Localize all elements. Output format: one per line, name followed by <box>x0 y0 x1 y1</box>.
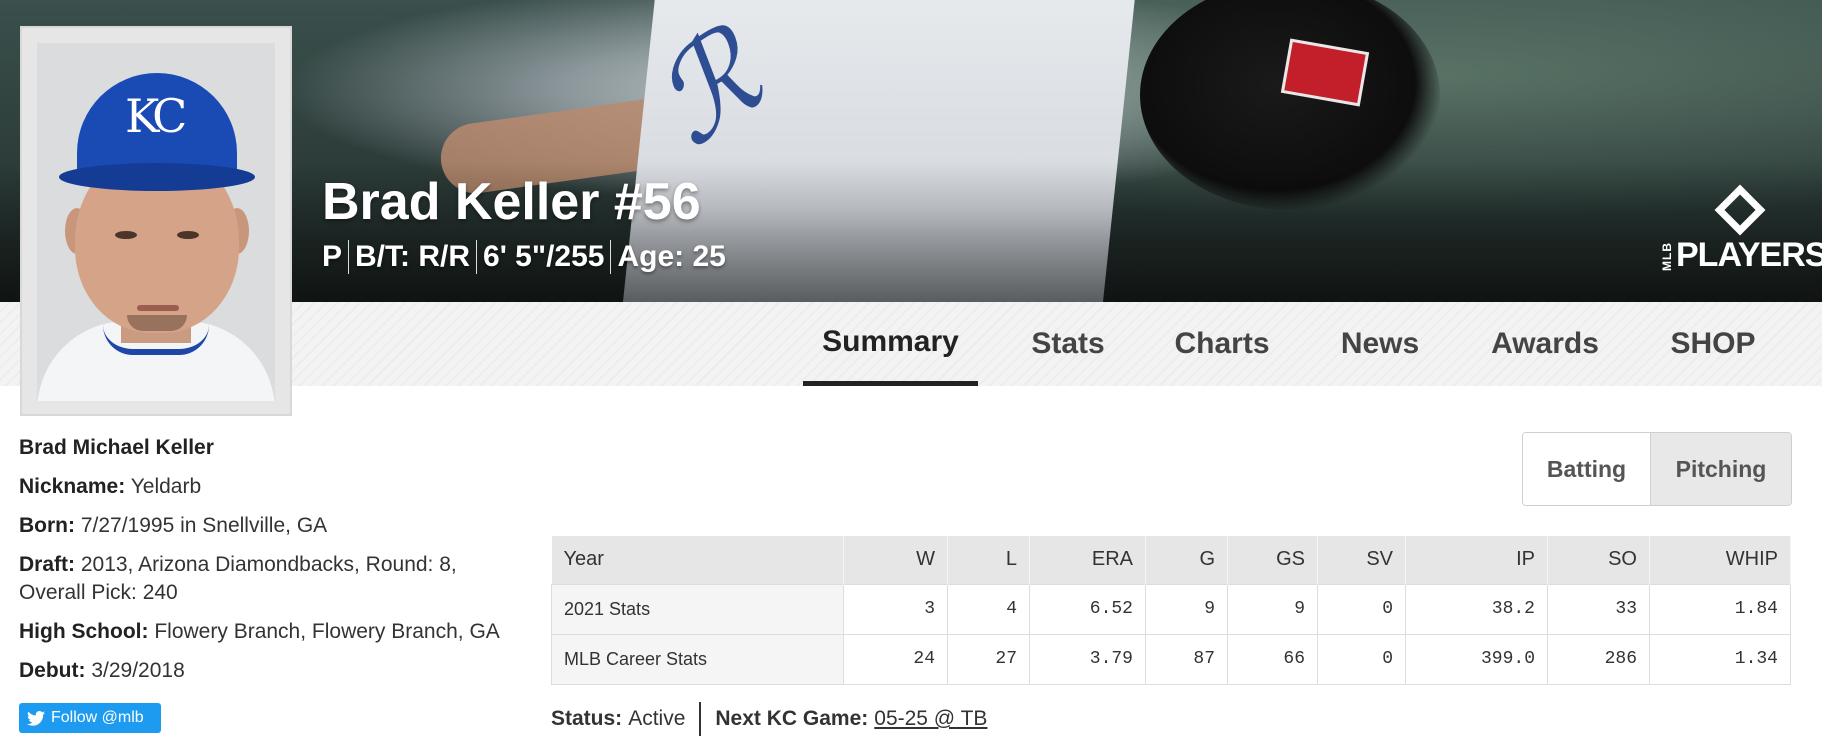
table-cell: 399.0 <box>1405 633 1548 685</box>
diamond-icon <box>1714 184 1766 236</box>
player-position: P <box>322 240 343 273</box>
table-cell: 9 <box>1145 583 1228 635</box>
status-line: Status: Active Next KC Game: 05-25 @ TB <box>551 702 987 736</box>
toggle-pitching[interactable]: Pitching <box>1651 433 1791 505</box>
batting-pitching-toggle: Batting Pitching <box>1522 432 1792 506</box>
toggle-batting[interactable]: Batting <box>1523 433 1651 505</box>
player-name-heading: Brad Keller #56 <box>322 173 701 231</box>
tab-charts[interactable]: Charts <box>1158 302 1286 386</box>
table-cell: 9 <box>1227 583 1318 635</box>
tab-summary[interactable]: Summary <box>803 302 978 386</box>
separator <box>699 702 702 736</box>
column-header[interactable]: W <box>843 536 948 584</box>
player-bio: Brad Michael Keller Nickname: Yeldarb Bo… <box>19 434 529 696</box>
column-header[interactable]: GS <box>1227 536 1318 584</box>
next-game-label: Next KC Game: <box>715 707 869 730</box>
tab-shop[interactable]: SHOP <box>1654 302 1772 386</box>
table-cell: 38.2 <box>1405 583 1548 635</box>
column-header[interactable]: G <box>1145 536 1228 584</box>
bio-nickname: Nickname: Yeldarb <box>19 475 202 498</box>
player-age: Age: 25 <box>617 240 726 273</box>
twitter-follow-button[interactable]: Follow @mlb <box>19 703 161 733</box>
table-cell: 4 <box>947 583 1030 635</box>
table-cell: 3 <box>843 583 948 635</box>
status-label: Status: <box>551 707 623 730</box>
player-full-name: Brad Michael Keller <box>19 436 214 459</box>
table-cell: MLB Career Stats <box>551 633 844 685</box>
tab-news[interactable]: News <box>1320 302 1440 386</box>
separator <box>610 240 612 274</box>
table-cell: 6.52 <box>1029 583 1146 635</box>
table-cell: 27 <box>947 633 1030 685</box>
player-bats-throws: B/T: R/R <box>355 240 471 273</box>
column-header[interactable]: L <box>947 536 1030 584</box>
next-game-link[interactable]: 05-25 @ TB <box>874 707 987 731</box>
tab-awards[interactable]: Awards <box>1476 302 1614 386</box>
table-header-row: Year W L ERA G GS SV IP SO WHIP <box>551 536 1791 584</box>
player-height-weight: 6' 5"/255 <box>483 240 605 273</box>
table-cell: 1.84 <box>1649 583 1791 635</box>
player-headshot: KC <box>37 43 275 401</box>
table-cell: 0 <box>1317 633 1406 685</box>
twitter-bird-icon <box>27 710 45 726</box>
players-logo-text: PLAYERS <box>1676 236 1822 274</box>
table-cell: 286 <box>1547 633 1650 685</box>
bio-draft: Draft: 2013, Arizona Diamondbacks, Round… <box>19 553 457 604</box>
separator <box>476 240 478 274</box>
bio-high-school: High School: Flowery Branch, Flowery Bra… <box>19 620 500 643</box>
column-header[interactable]: SV <box>1317 536 1406 584</box>
bio-debut: Debut: 3/29/2018 <box>19 659 185 682</box>
bio-born: Born: 7/27/1995 in Snellville, GA <box>19 514 328 537</box>
table-cell: 2021 Stats <box>551 583 844 635</box>
table-cell: 33 <box>1547 583 1650 635</box>
pitching-stats-table: Year W L ERA G GS SV IP SO WHIP 2021 Sta… <box>551 536 1791 685</box>
table-cell: 1.34 <box>1649 633 1791 685</box>
table-cell: 0 <box>1317 583 1406 635</box>
tab-stats[interactable]: Stats <box>1002 302 1134 386</box>
column-header[interactable]: Year <box>551 536 844 584</box>
table-row: MLB Career Stats 24 27 3.79 87 66 0 399.… <box>551 633 1791 685</box>
table-row: 2021 Stats 3 4 6.52 9 9 0 38.2 33 1.84 <box>551 583 1791 635</box>
column-header[interactable]: IP <box>1405 536 1548 584</box>
mlb-small-text: MLB <box>1660 242 1674 271</box>
kc-cap-logo: KC <box>125 89 187 143</box>
mlb-players-logo[interactable]: MLB PLAYERS <box>1660 184 1822 282</box>
column-header[interactable]: SO <box>1547 536 1650 584</box>
table-cell: 24 <box>843 633 948 685</box>
player-bio-line: P B/T: R/R 6' 5"/255 Age: 25 <box>322 240 726 274</box>
table-cell: 87 <box>1145 633 1228 685</box>
column-header[interactable]: WHIP <box>1649 536 1791 584</box>
table-cell: 3.79 <box>1029 633 1146 685</box>
follow-button-label: Follow @mlb <box>51 709 144 726</box>
column-header[interactable]: ERA <box>1029 536 1146 584</box>
table-cell: 66 <box>1227 633 1318 685</box>
separator <box>348 240 350 274</box>
status-value: Active <box>628 707 686 730</box>
